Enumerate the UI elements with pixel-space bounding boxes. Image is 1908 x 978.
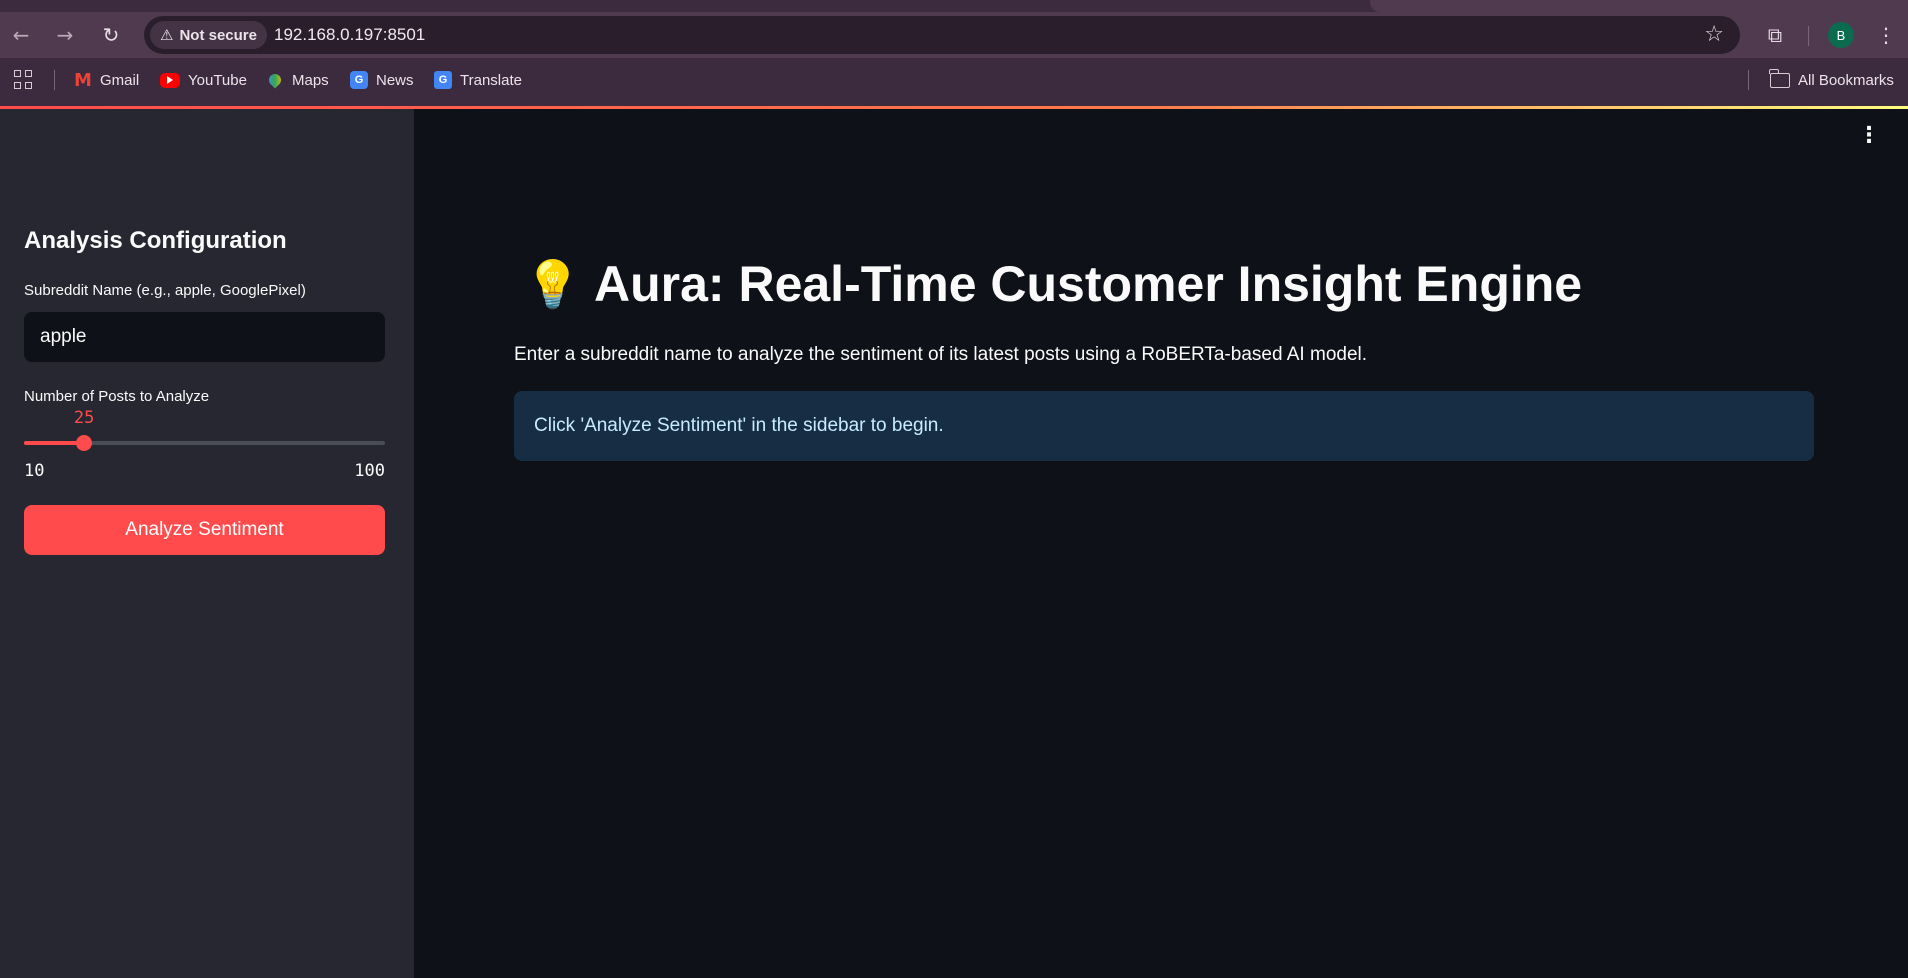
warning-icon: ⚠ xyxy=(160,26,174,44)
lightbulb-icon: 💡 xyxy=(524,256,582,311)
navigation-bar: ← → ↻ ⚠ Not secure 192.168.0.197:8501 ☆ … xyxy=(0,12,1908,58)
bookmark-maps[interactable]: Maps xyxy=(266,68,329,92)
subreddit-label: Subreddit Name (e.g., apple, GooglePixel… xyxy=(24,282,306,299)
bookmark-label: YouTube xyxy=(188,71,247,89)
forward-icon[interactable]: → xyxy=(50,20,80,50)
toolbar-divider xyxy=(1808,26,1809,46)
bookmark-star-icon[interactable]: ☆ xyxy=(1704,22,1724,47)
posts-slider[interactable]: 25 xyxy=(24,408,385,451)
page-title-text: Aura: Real-Time Customer Insight Engine xyxy=(594,256,1583,312)
slider-max-label: 100 xyxy=(354,461,385,481)
apps-grid-icon[interactable] xyxy=(14,70,34,90)
gmail-icon: M xyxy=(74,69,92,91)
info-alert: Click 'Analyze Sentiment' in the sidebar… xyxy=(514,391,1814,461)
security-label: Not secure xyxy=(179,26,257,44)
security-chip[interactable]: ⚠ Not secure xyxy=(150,21,267,49)
bookmark-label: News xyxy=(376,71,414,89)
maps-icon xyxy=(266,71,284,89)
browser-menu-icon[interactable]: ⋮ xyxy=(1874,20,1898,50)
news-icon: G xyxy=(350,71,368,89)
bookmark-youtube[interactable]: YouTube xyxy=(160,68,247,92)
all-bookmarks-label: All Bookmarks xyxy=(1798,71,1894,89)
page-description: Enter a subreddit name to analyze the se… xyxy=(514,344,1368,365)
address-bar[interactable]: ⚠ Not secure 192.168.0.197:8501 ☆ xyxy=(144,16,1740,54)
youtube-icon xyxy=(160,72,180,88)
reload-icon[interactable]: ↻ xyxy=(96,20,126,50)
subreddit-input[interactable] xyxy=(24,312,385,362)
bookmark-gmail[interactable]: M Gmail xyxy=(74,68,139,92)
bookmark-label: Gmail xyxy=(100,71,140,89)
posts-label: Number of Posts to Analyze xyxy=(24,388,210,405)
bookmark-news[interactable]: G News xyxy=(350,68,414,92)
bookmarks-divider xyxy=(1748,70,1749,90)
slider-thumb[interactable] xyxy=(76,435,93,451)
analyze-sentiment-button[interactable]: Analyze Sentiment xyxy=(24,505,385,555)
translate-icon: G xyxy=(434,71,452,89)
bookmark-translate[interactable]: G Translate xyxy=(434,68,522,92)
app-menu-icon[interactable]: ⋮ xyxy=(1858,123,1880,148)
browser-chrome: ← → ↻ ⚠ Not secure 192.168.0.197:8501 ☆ … xyxy=(0,0,1908,106)
bookmarks-bar: M Gmail YouTube Maps G News G Translate … xyxy=(0,62,1908,98)
bookmarks-divider xyxy=(54,70,55,90)
all-bookmarks-button[interactable]: All Bookmarks xyxy=(1769,68,1894,92)
main-content: ⋮ 💡 Aura: Real-Time Customer Insight Eng… xyxy=(414,109,1908,978)
profile-avatar[interactable]: B xyxy=(1828,22,1854,48)
slider-fill xyxy=(24,441,85,445)
slider-min-label: 10 xyxy=(24,461,45,481)
extensions-icon[interactable]: ⧉ xyxy=(1762,22,1788,48)
back-icon[interactable]: ← xyxy=(6,20,36,50)
page-title: 💡 Aura: Real-Time Customer Insight Engin… xyxy=(524,255,1582,313)
bookmark-label: Translate xyxy=(460,71,522,89)
sidebar-title: Analysis Configuration xyxy=(24,227,287,254)
active-tab[interactable] xyxy=(1370,0,1908,12)
url-text[interactable]: 192.168.0.197:8501 xyxy=(274,25,425,45)
info-message: Click 'Analyze Sentiment' in the sidebar… xyxy=(534,415,944,436)
sidebar: Analysis Configuration Subreddit Name (e… xyxy=(0,109,414,978)
bookmark-label: Maps xyxy=(292,71,329,89)
folder-icon xyxy=(1769,68,1790,88)
slider-value: 25 xyxy=(73,408,95,428)
